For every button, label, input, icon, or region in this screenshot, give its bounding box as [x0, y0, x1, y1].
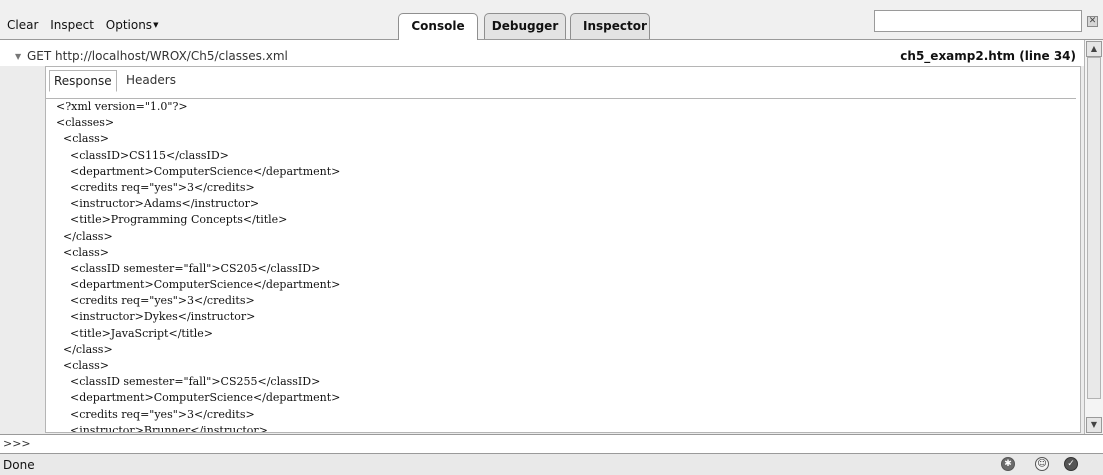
options-label: Options: [105, 18, 153, 32]
clear-button[interactable]: Clear: [7, 18, 38, 32]
inspect-button[interactable]: Inspect: [50, 18, 94, 32]
code-line: <instructor>Dykes</instructor>: [56, 310, 256, 324]
code-line: <?xml version="1.0"?>: [56, 100, 188, 113]
code-line: <department>ComputerScience</department>: [56, 278, 341, 292]
firebug-window: Clear Inspect Options▼ Console Debugger …: [0, 0, 1103, 475]
code-line: <department>ComputerScience</department>: [56, 164, 341, 178]
tab-headers[interactable]: Headers: [126, 70, 176, 90]
face-icon[interactable]: ☺: [1035, 457, 1049, 471]
code-line: <credits req="yes">3</credits>: [56, 180, 255, 194]
code-line: <title>JavaScript</title>: [56, 326, 214, 340]
code-line: </class>: [56, 342, 113, 356]
tab-console[interactable]: Console: [398, 13, 478, 40]
response-body: <?xml version="1.0"?> <classes> <class> <…: [46, 98, 1076, 432]
tab-response[interactable]: Response: [49, 70, 117, 92]
command-prompt: >>>: [3, 437, 31, 450]
scroll-up-icon[interactable]: ▲: [1086, 41, 1102, 57]
vertical-scrollbar[interactable]: ▲ ▼: [1084, 40, 1103, 434]
response-panel: Response Headers <?xml version="1.0"?> <c…: [45, 66, 1081, 433]
request-url: GET http://localhost/WROX/Ch5/classes.xm…: [27, 49, 288, 63]
code-line: <classID>CS115</classID>: [56, 148, 229, 162]
scroll-thumb[interactable]: [1087, 57, 1101, 399]
code-line: <instructor>Adams</instructor>: [56, 197, 260, 211]
tab-debugger[interactable]: Debugger: [484, 13, 566, 39]
bug-icon[interactable]: ✱: [1001, 457, 1015, 471]
status-bar: Done ✱ ☺ ✓: [0, 454, 1103, 475]
close-icon[interactable]: ✕: [1087, 16, 1098, 27]
tab-inspector[interactable]: Inspector: [570, 13, 650, 39]
code-line: </class>: [56, 229, 113, 243]
code-line: <title>Programming Concepts</title>: [56, 213, 288, 227]
code-line: <class>: [56, 132, 109, 146]
code-line: <class>: [56, 245, 109, 259]
source-link[interactable]: ch5_examp2.htm (line 34): [900, 49, 1076, 63]
code-line: <instructor>Brunner</instructor>: [56, 423, 268, 432]
code-line: <classes>: [56, 116, 115, 130]
search-input[interactable]: [874, 10, 1082, 32]
code-line: <department>ComputerScience</department>: [56, 391, 341, 405]
code-line: <classID semester="fall">CS205</classID>: [56, 261, 321, 275]
code-line: <class>: [56, 359, 109, 372]
options-menu[interactable]: Options▼: [106, 18, 167, 32]
toolbar-menu: Clear Inspect Options▼: [7, 18, 174, 32]
dropdown-arrow-icon: ▼: [153, 21, 159, 29]
scroll-down-icon[interactable]: ▼: [1086, 417, 1102, 433]
code-line: <classID semester="fall">CS255</classID>: [56, 375, 321, 389]
check-icon[interactable]: ✓: [1064, 457, 1078, 471]
code-line: <credits req="yes">3</credits>: [56, 407, 255, 421]
command-line[interactable]: >>>: [0, 434, 1103, 454]
status-text: Done: [3, 458, 35, 472]
expand-triangle-icon[interactable]: ▼: [15, 52, 21, 61]
code-line: <credits req="yes">3</credits>: [56, 294, 255, 308]
request-row[interactable]: ▼ GET http://localhost/WROX/Ch5/classes.…: [0, 40, 1084, 66]
toolbar: Clear Inspect Options▼ Console Debugger …: [0, 0, 1103, 40]
